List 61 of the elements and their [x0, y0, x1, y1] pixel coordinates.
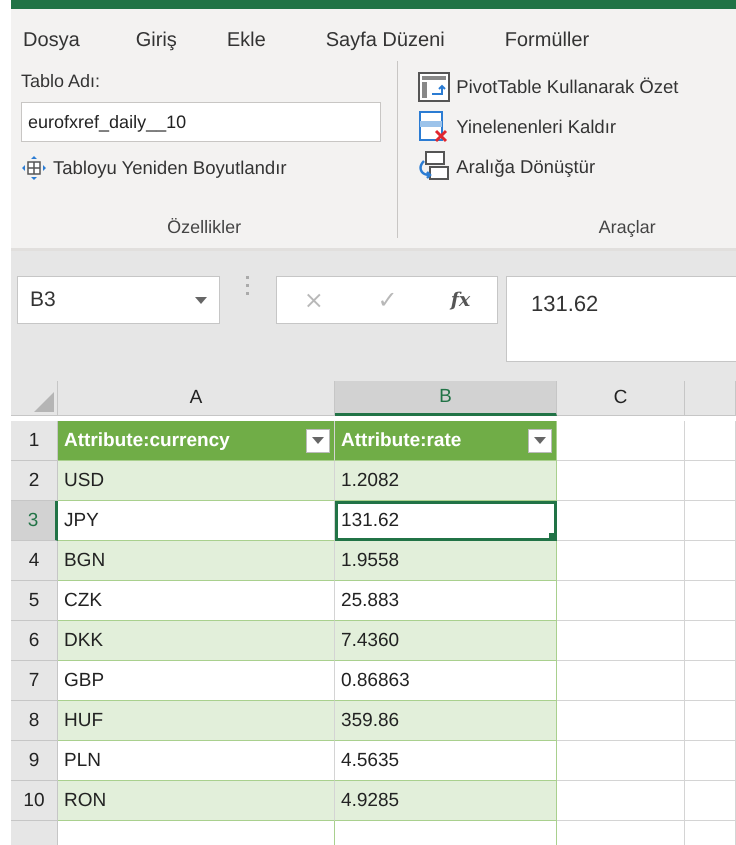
row-header[interactable]: 10: [11, 781, 58, 821]
table-name-label: Tablo Adı:: [21, 71, 102, 92]
cell-text: CZK: [64, 590, 102, 612]
cell-text: 359.86: [341, 710, 400, 732]
grip-icon: [246, 276, 250, 296]
row-header[interactable]: 9: [11, 741, 58, 781]
cell-text: 25.883: [341, 590, 400, 612]
resize-table-button[interactable]: Tabloyu Yeniden Boyutlandır: [21, 152, 388, 184]
cell-text: 7.4360: [341, 630, 400, 652]
row-header[interactable]: 5: [11, 581, 58, 621]
cell-text: 1.2082: [341, 470, 400, 492]
dropdown-arrow-icon: [534, 437, 546, 444]
formula-text: 131.62: [531, 291, 598, 316]
row-header[interactable]: 2: [11, 461, 58, 501]
cell-text: 0.86863: [341, 670, 410, 692]
cell-text: HUF: [64, 710, 104, 732]
dropdown-arrow-icon: [312, 437, 324, 444]
convert-range-icon: [418, 151, 450, 183]
table-name-field[interactable]: eurofxref_daily__10: [21, 102, 381, 142]
column-header[interactable]: C: [557, 381, 685, 416]
cell-text: USD: [64, 470, 104, 492]
cell-text: 1.9558: [341, 550, 400, 572]
ribbon-tab[interactable]: Formüller: [504, 29, 590, 53]
column-header[interactable]: B: [335, 381, 557, 416]
ribbon-button[interactable]: Yinelenenleri Kaldır: [418, 111, 726, 143]
row-header[interactable]: 6: [11, 621, 58, 661]
ribbon-tab[interactable]: Dosya: [23, 29, 80, 53]
resize-table-icon: [21, 155, 47, 181]
name-box[interactable]: B3: [17, 276, 220, 324]
cell-text: PLN: [64, 750, 101, 772]
cell-text: 4.5635: [341, 750, 400, 772]
cell-text: 4.9285: [341, 790, 400, 812]
ribbon-tab[interactable]: Ekle: [226, 29, 266, 53]
cell-text: 131.62: [341, 510, 400, 532]
cell-text: DKK: [64, 630, 104, 652]
cell-text: JPY: [64, 510, 99, 532]
fill-handle[interactable]: [549, 533, 556, 540]
row-header[interactable]: 3: [11, 501, 58, 541]
ribbon-button[interactable]: PivotTable Kullanarak Özet: [418, 71, 726, 103]
filter-button[interactable]: [528, 428, 552, 452]
ribbon-tab[interactable]: Giriş: [136, 29, 177, 53]
group-title: Araçlar: [598, 217, 656, 238]
row-header[interactable]: 4: [11, 541, 58, 581]
row-header[interactable]: 7: [11, 661, 58, 701]
filter-button[interactable]: [306, 428, 330, 452]
column-header[interactable]: A: [58, 381, 335, 416]
cell-text: GBP: [64, 670, 104, 692]
group-title: Özellikler: [167, 217, 242, 238]
cell-text: RON: [64, 790, 106, 812]
dropdown-arrow-icon: [195, 296, 207, 304]
select-all-icon[interactable]: [34, 392, 54, 412]
ribbon-tab[interactable]: Sayfa Düzeni: [326, 29, 445, 53]
row-header[interactable]: 1: [11, 421, 58, 461]
cell-text: Attribute:rate: [341, 430, 462, 452]
cell-text: Attribute:currency: [64, 430, 230, 452]
ribbon-button[interactable]: Aralığa Dönüştür: [418, 151, 726, 183]
insert-function-button[interactable]: fx: [444, 289, 476, 311]
cell-text: BGN: [64, 550, 106, 572]
cell-reference: B3: [30, 288, 56, 312]
row-header[interactable]: 8: [11, 701, 58, 741]
formula-field[interactable]: 131.62: [506, 276, 736, 362]
